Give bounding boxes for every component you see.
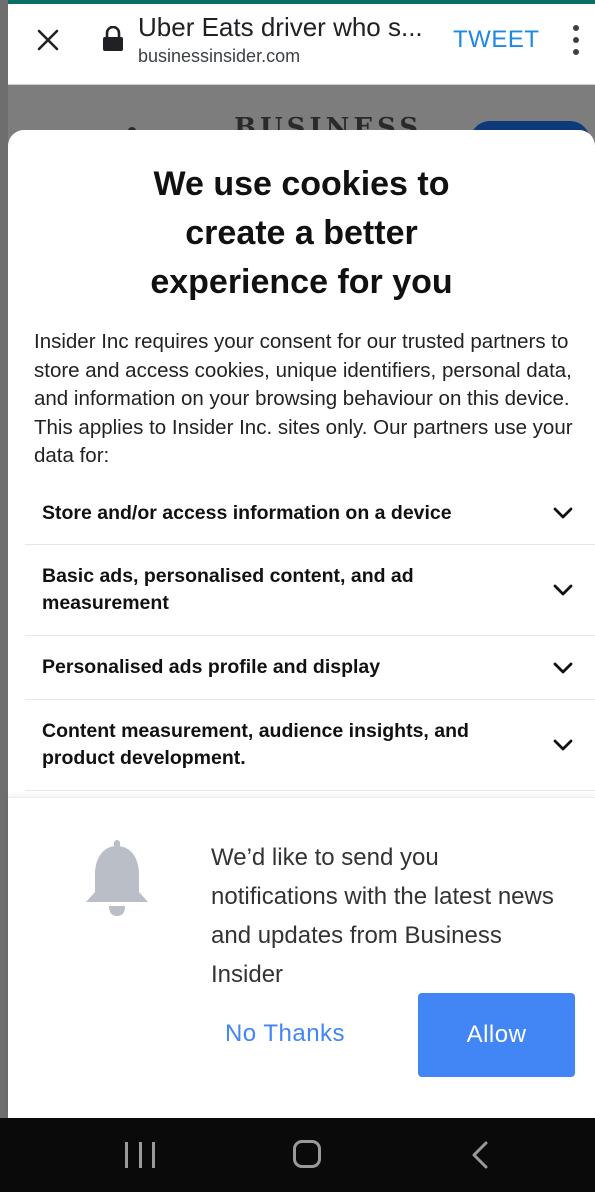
notification-message: We’d like to send you notifications with… [211,844,554,988]
home-icon[interactable] [293,1140,321,1168]
close-button[interactable] [30,22,66,58]
lock-icon [103,26,123,51]
back-icon[interactable] [466,1140,494,1170]
tweet-button[interactable]: TWEET [453,26,540,54]
close-icon [37,29,59,51]
chevron-down-icon[interactable] [553,662,573,674]
chevron-down-icon[interactable] [553,739,573,751]
no-thanks-button[interactable]: No Thanks [200,994,370,1074]
recents-icon[interactable] [125,1142,155,1168]
chevron-down-icon[interactable] [553,507,573,519]
notification-prompt: We’d like to send you notifications with… [8,797,595,1116]
purpose-label: Personalised ads profile and display [42,656,381,678]
purpose-label: Store and/or access information on a dev… [42,501,452,524]
purpose-item[interactable]: Content measurement, audience insights, … [25,700,595,791]
purpose-label: Content measurement, audience insights, … [42,720,469,769]
bell-icon [86,840,148,916]
purpose-item[interactable]: Personalised ads profile and display [25,636,595,700]
browser-toolbar: Uber Eats driver who s... businessinside… [8,4,595,85]
more-options-button[interactable] [566,22,586,58]
cookie-description: Insider Inc requires your consent for ou… [34,330,573,467]
purpose-item[interactable]: Basic ads, personalised content, and ad … [25,545,595,636]
system-nav-bar [0,1118,595,1192]
allow-button[interactable]: Allow [418,993,575,1077]
purpose-item[interactable]: Store and/or access information on a dev… [25,482,595,545]
page-url: businessinsider.com [138,46,301,66]
cookie-title: We use cookies to create a better experi… [150,165,453,301]
purpose-label: Basic ads, personalised content, and ad … [42,565,414,614]
chevron-down-icon[interactable] [553,584,573,596]
more-vert-icon [573,25,579,31]
screen-edge [0,0,8,1192]
page-title: Uber Eats driver who s... [138,12,423,42]
purpose-list: Store and/or access information on a dev… [25,482,595,791]
